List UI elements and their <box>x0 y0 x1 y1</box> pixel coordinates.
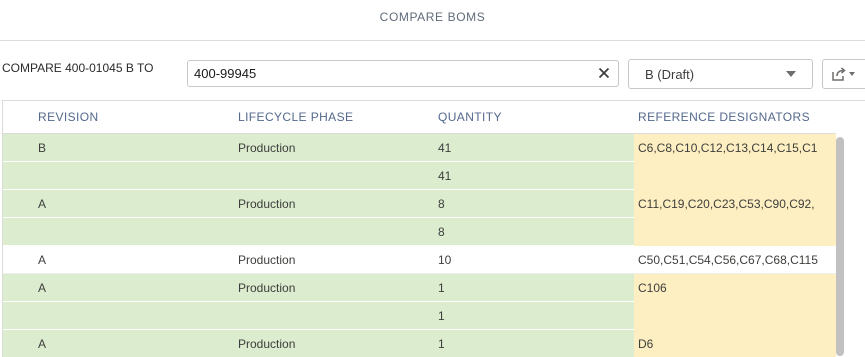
reference-designators-text: C6,C8,C10,C12,C13,C14,C15,C1 <box>638 141 818 155</box>
reference-designators-text: D6 <box>638 337 654 351</box>
compare-part-input[interactable]: 400-99945 <box>187 60 619 87</box>
bom-compare-table: REVISION LIFECYCLE PHASE QUANTITY REFERE… <box>2 100 865 357</box>
share-icon <box>832 67 846 81</box>
column-header-quantity[interactable]: QUANTITY <box>438 110 502 124</box>
table-row[interactable]: A Production 8 C11,C19,C20,C23,C53,C90,C92, <box>3 190 865 218</box>
reference-designators-text: C11,C19,C20,C23,C53,C90,C92, <box>638 197 815 211</box>
export-button[interactable] <box>822 59 865 89</box>
cell-reference-designators <box>634 162 836 190</box>
table-row[interactable]: 8 <box>3 218 865 246</box>
cell-quantity: 1 <box>438 309 445 323</box>
revision-select[interactable]: B (Draft) <box>628 59 813 89</box>
cell-lifecycle-phase: Production <box>238 337 296 351</box>
cell-quantity: 8 <box>438 197 445 211</box>
cell-quantity: 41 <box>438 169 452 183</box>
cell-quantity: 10 <box>438 253 452 267</box>
compare-part-value[interactable]: 400-99945 <box>194 66 256 81</box>
cell-revision: B <box>38 141 47 155</box>
cell-lifecycle-phase: Production <box>238 197 296 211</box>
table-row[interactable]: 41 <box>3 162 865 190</box>
cell-revision: A <box>38 253 47 267</box>
reference-designators-text: C50,C51,C54,C56,C67,C68,C115 <box>638 253 818 267</box>
cell-revision: A <box>38 337 47 351</box>
cell-lifecycle-phase: Production <box>238 253 296 267</box>
cell-reference-designators: C6,C8,C10,C12,C13,C14,C15,C1 <box>634 134 836 162</box>
cell-revision: A <box>38 197 47 211</box>
cell-reference-designators: C106 <box>634 274 836 302</box>
chevron-down-icon <box>849 72 855 76</box>
cell-reference-designators: C50,C51,C54,C56,C67,C68,C115 <box>634 246 836 274</box>
cell-reference-designators: D6 <box>634 330 836 357</box>
cell-reference-designators: C11,C19,C20,C23,C53,C90,C92, <box>634 190 836 218</box>
table-row[interactable]: A Production 1 C106 <box>3 274 865 302</box>
revision-select-value: B (Draft) <box>645 66 695 82</box>
column-header-lifecycle-phase[interactable]: LIFECYCLE PHASE <box>238 110 353 124</box>
cell-lifecycle-phase: Production <box>238 141 296 155</box>
clear-button[interactable] <box>596 65 612 81</box>
compare-label: COMPARE 400-01045 B TO <box>2 61 154 75</box>
table-row[interactable]: B Production 41 C6,C8,C10,C12,C13,C14,C15,C… <box>3 134 865 162</box>
cell-quantity: 1 <box>438 281 445 295</box>
page-header: COMPARE BOMS <box>0 0 865 41</box>
cell-revision: A <box>38 281 47 295</box>
table-row[interactable]: A Production 1 D6 <box>3 330 865 357</box>
table-row[interactable]: 1 <box>3 302 865 330</box>
table-row[interactable]: A Production 10 C50,C51,C54,C56,C67,C68,C11… <box>3 246 865 274</box>
close-icon[interactable] <box>598 67 610 79</box>
cell-quantity: 1 <box>438 337 445 351</box>
cell-reference-designators <box>634 218 836 246</box>
column-header-revision[interactable]: REVISION <box>38 110 99 124</box>
scrollbar-thumb[interactable] <box>836 137 844 356</box>
column-header-reference-designators[interactable]: REFERENCE DESIGNATORS <box>638 110 810 124</box>
chevron-down-icon <box>786 71 796 77</box>
cell-quantity: 8 <box>438 225 445 239</box>
table-header: REVISION LIFECYCLE PHASE QUANTITY REFERE… <box>3 101 865 134</box>
cell-lifecycle-phase: Production <box>238 281 296 295</box>
reference-designators-text: C106 <box>638 281 667 295</box>
cell-quantity: 41 <box>438 141 452 155</box>
cell-reference-designators <box>634 302 836 330</box>
page-title: COMPARE BOMS <box>379 10 486 24</box>
